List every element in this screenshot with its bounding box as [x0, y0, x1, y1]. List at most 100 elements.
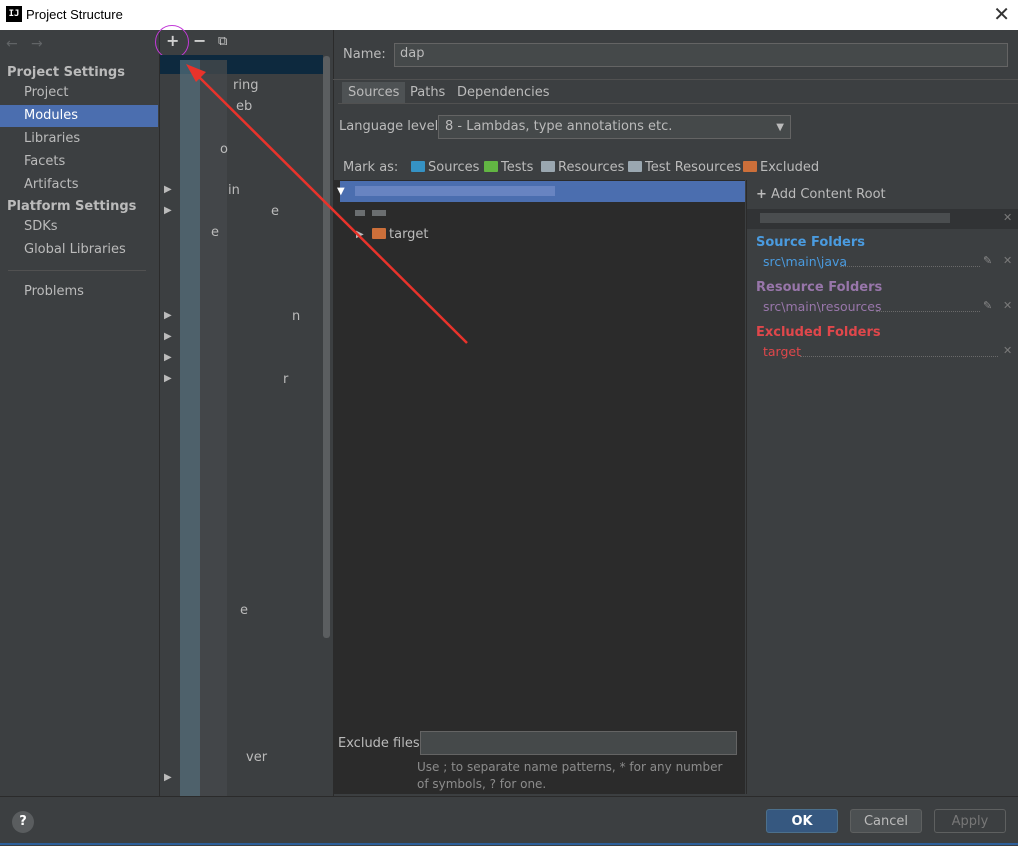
remove-icon[interactable]: ✕ — [1003, 254, 1012, 267]
sidebar-item-project[interactable]: Project — [0, 82, 158, 104]
add-module-button[interactable]: + — [166, 31, 179, 50]
mark-as-label: Mark as: — [343, 160, 399, 175]
content-root-tree[interactable] — [333, 180, 745, 794]
folder-excluded-icon — [743, 161, 757, 172]
window-title: Project Structure — [26, 7, 123, 22]
expand-arrow-icon[interactable]: ▶ — [164, 352, 172, 363]
tab-sources[interactable]: Sources — [342, 82, 406, 103]
add-content-root-button[interactable]: + Add Content Root — [756, 187, 886, 202]
arrow-left-icon[interactable]: ← — [6, 36, 18, 52]
list-item[interactable]: ver — [246, 750, 267, 765]
remove-module-button[interactable]: − — [193, 31, 206, 50]
content-root-panel — [746, 180, 1018, 794]
sidebar-item-modules[interactable]: Modules — [0, 105, 158, 127]
cancel-button[interactable]: Cancel — [850, 809, 922, 833]
remove-icon[interactable]: ✕ — [1003, 299, 1012, 312]
language-level-label: Language level: — [339, 119, 443, 134]
expand-arrow-icon[interactable]: ▶ — [164, 205, 172, 216]
exclude-files-label: Exclude files: — [338, 736, 425, 751]
mark-sources-button[interactable]: Sources — [411, 160, 479, 175]
sidebar-item-sdks[interactable]: SDKs — [0, 216, 158, 238]
mark-excluded-label: Excluded — [760, 160, 820, 175]
expand-arrow-icon[interactable]: ▶ — [164, 373, 172, 384]
arrow-right-icon[interactable]: → — [31, 36, 43, 52]
list-item[interactable]: e — [271, 204, 279, 219]
redacted-root-path — [760, 213, 950, 223]
edit-icon[interactable]: ✎ — [983, 254, 992, 267]
list-item[interactable]: ring — [233, 78, 258, 93]
close-icon[interactable]: ✕ — [1003, 211, 1012, 224]
help-button[interactable]: ? — [12, 811, 34, 833]
exclude-files-hint: Use ; to separate name patterns, * for a… — [417, 760, 723, 791]
list-item[interactable]: o — [220, 142, 228, 157]
platform-settings-heading: Platform Settings — [7, 199, 137, 214]
name-label: Name: — [343, 47, 386, 62]
expand-arrow-icon[interactable]: ▶ — [164, 310, 172, 321]
folder-test-resources-icon — [628, 161, 642, 172]
mark-resources-button[interactable]: Resources — [541, 160, 624, 175]
folder-sources-icon — [411, 161, 425, 172]
remove-icon[interactable]: ✕ — [1003, 344, 1012, 357]
resource-folders-title: Resource Folders — [756, 280, 883, 295]
list-item[interactable]: e — [211, 225, 219, 240]
list-item[interactable]: e — [240, 603, 248, 618]
resource-folder-path[interactable]: src\main\resources — [763, 299, 881, 314]
list-item[interactable]: in — [228, 183, 240, 198]
dotted-leader — [840, 265, 980, 267]
tree-item-target[interactable]: target — [372, 227, 429, 242]
tab-dependencies[interactable]: Dependencies — [451, 82, 556, 103]
sidebar-item-artifacts[interactable]: Artifacts — [0, 174, 158, 196]
apply-button[interactable]: Apply — [934, 809, 1006, 833]
language-level-select[interactable]: 8 - Lambdas, type annotations etc. ▼ — [438, 115, 791, 139]
mark-tests-label: Tests — [501, 160, 534, 175]
redacted-module-list — [180, 60, 200, 798]
folder-resources-icon — [541, 161, 555, 172]
redacted-tree-item — [355, 210, 365, 216]
expand-arrow-icon[interactable]: ▶ — [164, 772, 172, 783]
sidebar-item-global-libraries[interactable]: Global Libraries — [0, 239, 158, 261]
dotted-leader — [876, 310, 980, 312]
language-level-value: 8 - Lambdas, type annotations etc. — [445, 119, 673, 134]
intellij-logo-icon: IJ — [6, 6, 22, 22]
folder-excluded-icon — [372, 228, 386, 239]
plus-icon: + — [756, 187, 767, 202]
expand-arrow-icon[interactable]: ▶ — [164, 331, 172, 342]
sidebar-item-libraries[interactable]: Libraries — [0, 128, 158, 150]
excluded-folders-title: Excluded Folders — [756, 325, 881, 340]
project-settings-heading: Project Settings — [7, 65, 125, 80]
edit-icon[interactable]: ✎ — [983, 299, 992, 312]
sidebar-item-problems[interactable]: Problems — [0, 281, 158, 303]
ok-button[interactable]: OK — [766, 809, 838, 833]
module-list-scrollbar[interactable] — [323, 56, 330, 638]
folder-tests-icon — [484, 161, 498, 172]
mark-test-resources-button[interactable]: Test Resources — [628, 160, 741, 175]
tab-paths[interactable]: Paths — [404, 82, 451, 103]
source-folder-path[interactable]: src\main\java — [763, 254, 847, 269]
tab-underline — [338, 103, 1018, 104]
exclude-files-field[interactable] — [420, 731, 737, 755]
expand-arrow-icon[interactable]: ▶ — [356, 229, 364, 240]
sidebar-item-facets[interactable]: Facets — [0, 151, 158, 173]
module-name-field[interactable]: dap — [394, 43, 1008, 67]
collapse-arrow-icon[interactable]: ▼ — [337, 186, 345, 197]
mark-excluded-button[interactable]: Excluded — [743, 160, 819, 175]
mark-resources-label: Resources — [558, 160, 625, 175]
sidebar-divider — [8, 270, 146, 271]
expand-arrow-icon[interactable]: ▶ — [164, 184, 172, 195]
list-item[interactable]: eb — [236, 99, 252, 114]
excluded-folder-path[interactable]: target — [763, 344, 801, 359]
mark-tests-button[interactable]: Tests — [484, 160, 533, 175]
redacted-root-path — [355, 186, 555, 196]
tree-item-label: target — [389, 227, 429, 242]
list-item[interactable]: r — [283, 372, 288, 387]
redacted-tree-item — [372, 210, 386, 216]
close-icon[interactable]: ✕ — [993, 3, 1010, 25]
mark-sources-label: Sources — [428, 160, 480, 175]
title-bar: IJ Project Structure ✕ — [0, 0, 1018, 30]
add-content-root-label: Add Content Root — [771, 187, 886, 202]
copy-icon[interactable]: ⧉ — [218, 34, 227, 49]
redacted-module-list-2 — [200, 60, 227, 798]
list-item[interactable]: n — [292, 309, 300, 324]
mark-test-resources-label: Test Resources — [645, 160, 742, 175]
chevron-down-icon: ▼ — [776, 122, 784, 133]
